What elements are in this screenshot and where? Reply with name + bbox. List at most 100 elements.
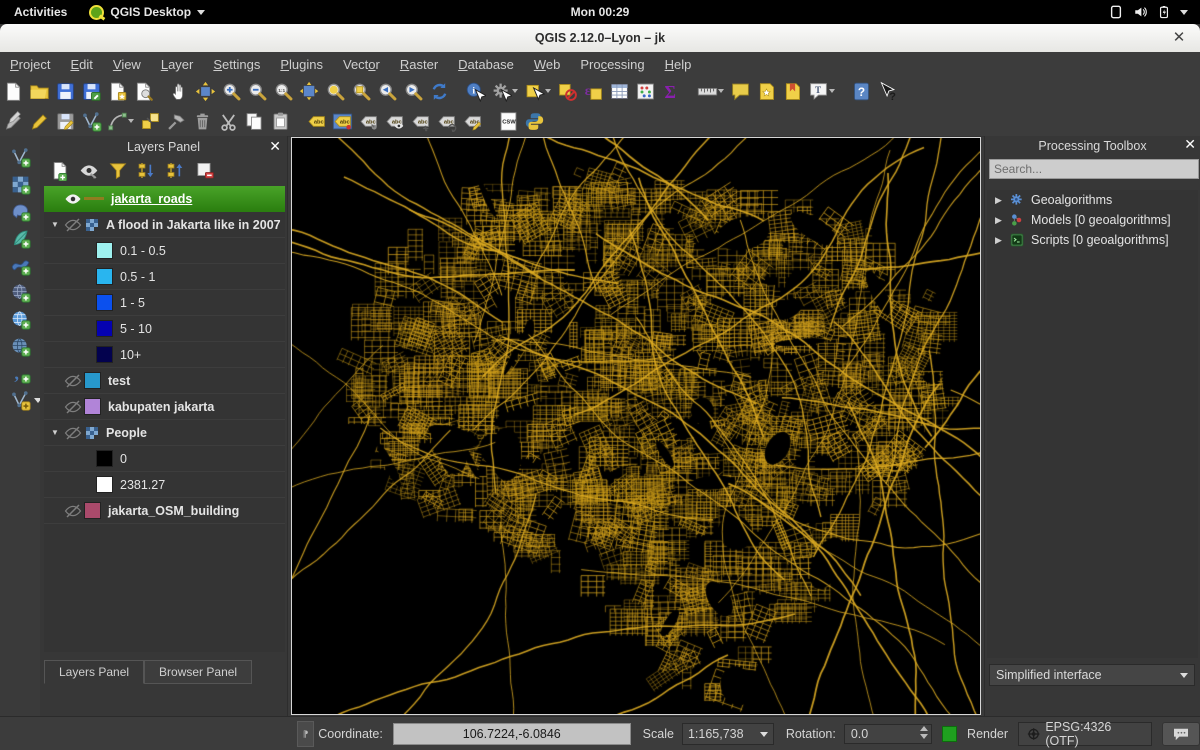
zoom-last-button[interactable] (374, 78, 400, 104)
chevron-down-icon[interactable] (128, 119, 134, 123)
layer-row[interactable]: jakarta_OSM_building (44, 498, 285, 524)
show-bookmarks-button[interactable] (779, 78, 805, 104)
processing-item-scripts[interactable]: ▶ Scripts [0 geoalgorithms] (987, 230, 1198, 250)
select-features-button[interactable] (521, 78, 547, 104)
label-pin-button[interactable]: abc (355, 108, 381, 134)
add-wfs-layer-button[interactable]: , (6, 360, 34, 387)
pan-to-selection-button[interactable] (192, 78, 218, 104)
spin-down-icon[interactable] (920, 734, 928, 739)
window-title-bar[interactable]: QGIS 2.12.0–Lyon – jk ✕ (0, 24, 1200, 53)
chevron-down-icon[interactable] (718, 89, 724, 93)
label-highlight-button[interactable]: abc (329, 108, 355, 134)
chevron-down-icon[interactable] (829, 89, 835, 93)
add-mssql-layer-button[interactable] (6, 252, 34, 279)
identify-features-button[interactable]: i (462, 78, 488, 104)
activities-button[interactable]: Activities (0, 5, 81, 19)
visibility-on-icon[interactable] (62, 190, 84, 208)
add-spatialite-layer-button[interactable] (6, 225, 34, 252)
collapse-all-button[interactable] (166, 160, 186, 180)
expander-icon[interactable]: ▼ (48, 428, 62, 437)
measure-button[interactable] (694, 78, 720, 104)
move-feature-button[interactable] (137, 108, 163, 134)
processing-toolbox-close-button[interactable]: ✕ (1184, 136, 1196, 153)
chevron-down-icon[interactable] (545, 89, 551, 93)
field-calculator-button[interactable] (632, 78, 658, 104)
save-project-as-button[interactable] (78, 78, 104, 104)
python-console-button[interactable] (521, 108, 547, 134)
status-extents-button[interactable]: ⁋ (297, 721, 314, 747)
processing-search-input[interactable] (989, 159, 1199, 179)
legend-class-row[interactable]: 0 (44, 446, 285, 472)
legend-class-row[interactable]: 1 - 5 (44, 290, 285, 316)
node-tool-button[interactable] (163, 108, 189, 134)
open-project-button[interactable] (26, 78, 52, 104)
new-bookmark-button[interactable] (753, 78, 779, 104)
crs-status-button[interactable]: EPSG:4326 (OTF) (1018, 722, 1152, 746)
new-shapefile-layer-button[interactable] (6, 387, 34, 414)
menu-vector[interactable]: Vector (333, 54, 390, 75)
attribute-table-button[interactable] (606, 78, 632, 104)
menu-web[interactable]: Web (524, 54, 571, 75)
zoom-next-button[interactable] (400, 78, 426, 104)
tab-browser-panel[interactable]: Browser Panel (144, 660, 252, 684)
menu-edit[interactable]: Edit (60, 54, 102, 75)
statistical-summary-button[interactable]: Σ (658, 78, 684, 104)
zoom-actual-button[interactable]: 1:1 (270, 78, 296, 104)
help-contents-button[interactable]: ? (848, 78, 874, 104)
deselect-features-button[interactable] (554, 78, 580, 104)
render-checkbox[interactable] (942, 726, 957, 742)
visibility-off-icon[interactable] (62, 424, 84, 442)
zoom-full-button[interactable] (296, 78, 322, 104)
menu-project[interactable]: Project (0, 54, 60, 75)
menu-raster[interactable]: Raster (390, 54, 448, 75)
zoom-out-button[interactable] (244, 78, 270, 104)
layer-visibility-button[interactable] (79, 160, 99, 180)
text-annotation-button[interactable]: T (805, 78, 831, 104)
toggle-editing-button[interactable] (26, 108, 52, 134)
expand-all-button[interactable] (137, 160, 157, 180)
expander-icon[interactable]: ▶ (995, 195, 1003, 206)
add-postgis-layer-button[interactable] (6, 198, 34, 225)
zoom-selection-button[interactable] (322, 78, 348, 104)
select-expression-button[interactable]: ε (580, 78, 606, 104)
legend-class-row[interactable]: 5 - 10 (44, 316, 285, 342)
add-group-button[interactable] (50, 160, 70, 180)
rotation-spinbox[interactable]: 0.0 (844, 724, 932, 744)
current-edits-button[interactable] (0, 108, 26, 134)
visibility-off-icon[interactable] (62, 502, 84, 520)
add-wms-layer-button[interactable] (6, 306, 34, 333)
label-layer-button[interactable]: abc (303, 108, 329, 134)
map-tips-button[interactable] (727, 78, 753, 104)
copy-features-button[interactable] (241, 108, 267, 134)
legend-class-row[interactable]: 10+ (44, 342, 285, 368)
visibility-off-icon[interactable] (62, 372, 84, 390)
pan-map-button[interactable] (166, 78, 192, 104)
chevron-down-icon[interactable] (512, 89, 518, 93)
refresh-map-button[interactable] (426, 78, 452, 104)
expander-icon[interactable]: ▼ (48, 220, 62, 229)
menu-help[interactable]: Help (655, 54, 702, 75)
feature-action-button[interactable] (488, 78, 514, 104)
app-menu-button[interactable]: QGIS Desktop (81, 5, 213, 20)
menu-layer[interactable]: Layer (151, 54, 204, 75)
zoom-layer-button[interactable] (348, 78, 374, 104)
add-vector-layer-button[interactable] (6, 144, 34, 171)
processing-item-models[interactable]: ▶ Models [0 geoalgorithms] (987, 210, 1198, 230)
system-tray[interactable] (1109, 5, 1200, 19)
label-showhide-button[interactable]: abc (381, 108, 407, 134)
menu-plugins[interactable]: Plugins (270, 54, 333, 75)
remove-layer-button[interactable] (195, 160, 215, 180)
layer-row[interactable]: kabupaten jakarta (44, 394, 285, 420)
layers-panel-close-button[interactable]: ✕ (269, 138, 281, 155)
legend-class-row[interactable]: 2381.27 (44, 472, 285, 498)
layer-row[interactable]: ▼A flood in Jakarta like in 2007 (44, 212, 285, 238)
new-project-button[interactable] (0, 78, 26, 104)
coordinate-input[interactable]: 106.7224,-6.0846 (393, 723, 631, 745)
processing-item-geoalgorithms[interactable]: ▶ Geoalgorithms (987, 190, 1198, 210)
save-layer-edits-button[interactable] (52, 108, 78, 134)
visibility-off-icon[interactable] (62, 398, 84, 416)
layer-row[interactable]: test (44, 368, 285, 394)
visibility-off-icon[interactable] (62, 216, 84, 234)
spin-up-icon[interactable] (920, 726, 928, 731)
filter-legend-button[interactable] (108, 160, 128, 180)
